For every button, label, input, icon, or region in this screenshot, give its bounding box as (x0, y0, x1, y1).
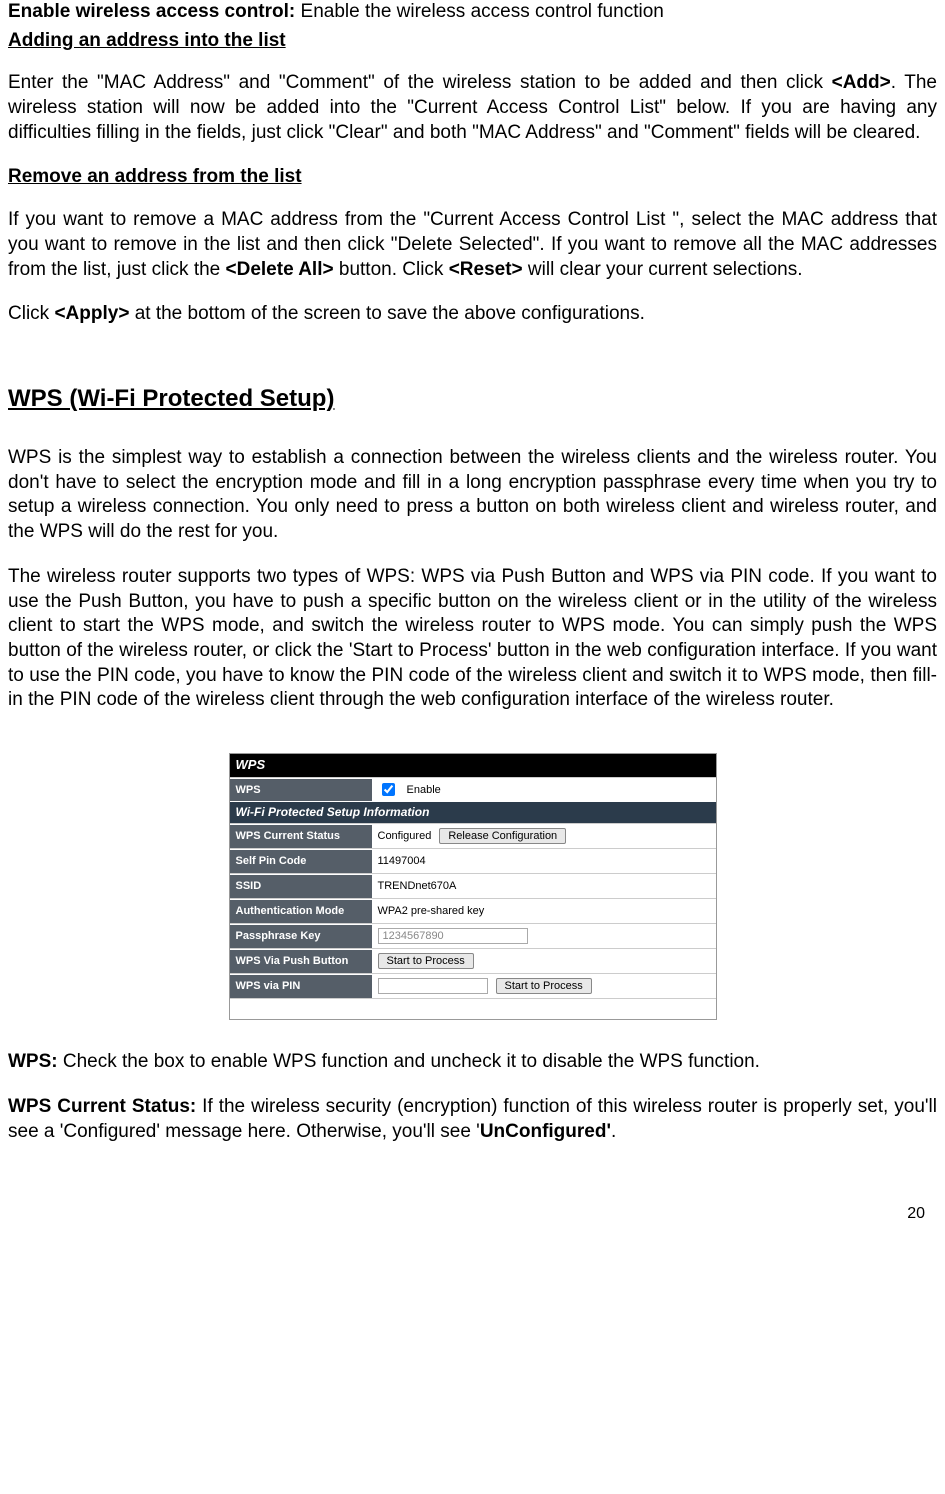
shot-wps-label: WPS (230, 779, 372, 801)
pin-input[interactable] (378, 978, 488, 994)
wps-p1: WPS is the simplest way to establish a c… (8, 446, 937, 545)
adding-p1a: Enter the "MAC Address" and "Comment" of… (8, 72, 832, 93)
shot-pinvia-label: WPS via PIN (230, 975, 372, 997)
shot-pin-value: 11497004 (378, 854, 426, 868)
enable-line: Enable wireless access control: Enable t… (8, 0, 937, 25)
pin-start-button[interactable]: Start to Process (496, 978, 592, 994)
apply-paragraph: Click <Apply> at the bottom of the scree… (8, 302, 937, 327)
wps-desc-label: WPS: (8, 1051, 58, 1072)
wps-p2: The wireless router supports two types o… (8, 565, 937, 713)
shot-title: WPS (230, 754, 716, 777)
shot-info-header: Wi-Fi Protected Setup Information (230, 802, 716, 824)
passphrase-input[interactable] (378, 928, 528, 944)
remove-p1c: will clear your current selections. (523, 259, 803, 280)
remove-paragraph: If you want to remove a MAC address from… (8, 208, 937, 282)
adding-paragraph: Enter the "MAC Address" and "Comment" of… (8, 71, 937, 145)
remove-title: Remove an address from the list (8, 165, 937, 190)
apply-b: at the bottom of the screen to save the … (129, 303, 644, 324)
shot-status-label: WPS Current Status (230, 825, 372, 847)
shot-auth-label: Authentication Mode (230, 900, 372, 922)
shot-auth-value: WPA2 pre-shared key (378, 904, 485, 918)
wps-desc: WPS: Check the box to enable WPS functio… (8, 1050, 937, 1075)
shot-pass-label: Passphrase Key (230, 925, 372, 947)
release-config-button[interactable]: Release Configuration (439, 828, 566, 844)
delete-all-ref: <Delete All> (226, 259, 334, 280)
shot-status-value: Configured (378, 829, 432, 843)
wps-screenshot: WPS WPS Enable Wi-Fi Protected Setup Inf… (229, 753, 717, 1020)
push-start-button[interactable]: Start to Process (378, 953, 474, 969)
shot-ssid-label: SSID (230, 875, 372, 897)
wps-title: WPS (Wi-Fi Protected Setup) (8, 383, 937, 414)
shot-pin-label: Self Pin Code (230, 850, 372, 872)
shot-push-label: WPS Via Push Button (230, 950, 372, 972)
page-number: 20 (0, 1164, 945, 1235)
enable-checkbox[interactable] (382, 783, 395, 796)
apply-button-ref: <Apply> (54, 303, 129, 324)
status-desc-b: . (611, 1121, 616, 1142)
status-unconf: UnConfigured' (480, 1121, 611, 1142)
apply-a: Click (8, 303, 54, 324)
wps-desc-text: Check the box to enable WPS function and… (58, 1051, 760, 1072)
enable-checkbox-label: Enable (407, 783, 441, 797)
status-desc: WPS Current Status: If the wireless secu… (8, 1095, 937, 1144)
shot-spacer (230, 998, 716, 1019)
remove-p1b: button. Click (334, 259, 449, 280)
add-button-ref: <Add> (832, 72, 891, 93)
status-desc-label: WPS Current Status: (8, 1096, 196, 1117)
enable-text: Enable the wireless access control funct… (295, 1, 664, 22)
enable-label: Enable wireless access control: (8, 1, 295, 22)
reset-ref: <Reset> (449, 259, 523, 280)
shot-ssid-value: TRENDnet670A (378, 879, 457, 893)
adding-title: Adding an address into the list (8, 29, 937, 54)
